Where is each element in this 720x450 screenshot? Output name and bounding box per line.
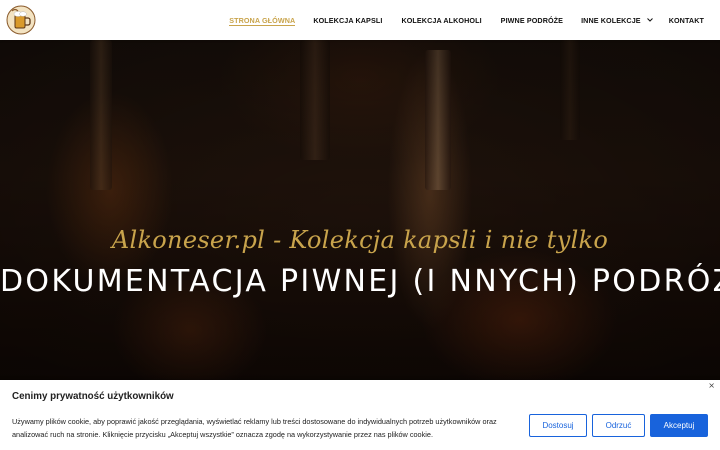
close-icon[interactable]: ×	[708, 381, 715, 390]
hero-title: DOKUMENTACJA PIWNEJ (I NNYCH) PODRÓŻY	[0, 264, 720, 299]
nav-alcohol-collection-label: KOLEKCJA ALKOHOLI	[401, 15, 482, 25]
nav-alcohol-collection[interactable]: KOLEKCJA ALKOHOLI	[401, 0, 481, 40]
hero-subtitle: Alkoneser.pl - Kolekcja kapsli i nie tyl…	[111, 226, 609, 254]
beer-mug-logo-icon[interactable]	[6, 5, 36, 35]
site-header: STRONA GŁÓWNA KOLEKCJA KAPSLI KOLEKCJA A…	[0, 0, 720, 40]
cookie-title: Cenimy prywatność użytkowników	[12, 391, 174, 402]
nav-caps-collection[interactable]: KOLEKCJA KAPSLI	[313, 0, 382, 40]
nav-home[interactable]: STRONA GŁÓWNA	[229, 0, 296, 40]
nav-caps-collection-label: KOLEKCJA KAPSLI	[313, 15, 383, 25]
nav-beer-travels[interactable]: PIWNE PODRÓŻE	[501, 0, 563, 40]
hero-banner: Alkoneser.pl - Kolekcja kapsli i nie tyl…	[0, 40, 720, 380]
nav-home-label: STRONA GŁÓWNA	[229, 15, 296, 25]
nav-contact[interactable]: KONTAKT	[669, 0, 704, 40]
hero-overlay	[0, 40, 720, 380]
nav-other-collections[interactable]: INNE KOLEKCJE	[581, 0, 654, 40]
chevron-down-icon	[646, 18, 653, 22]
nav-contact-label: KONTAKT	[668, 15, 704, 25]
main-navigation: STRONA GŁÓWNA KOLEKCJA KAPSLI KOLEKCJA A…	[229, 0, 720, 40]
nav-other-collections-label: INNE KOLEKCJE	[581, 15, 641, 25]
reject-button[interactable]: Odrzuć	[592, 414, 645, 437]
nav-beer-travels-label: PIWNE PODRÓŻE	[500, 15, 564, 25]
customize-button[interactable]: Dostosuj	[529, 414, 587, 437]
accept-button[interactable]: Akceptuj	[650, 414, 708, 437]
cookie-consent-banner: × Cenimy prywatność użytkowników Używamy…	[0, 380, 720, 450]
cookie-description: Używamy plików cookie, aby poprawić jako…	[12, 417, 497, 439]
